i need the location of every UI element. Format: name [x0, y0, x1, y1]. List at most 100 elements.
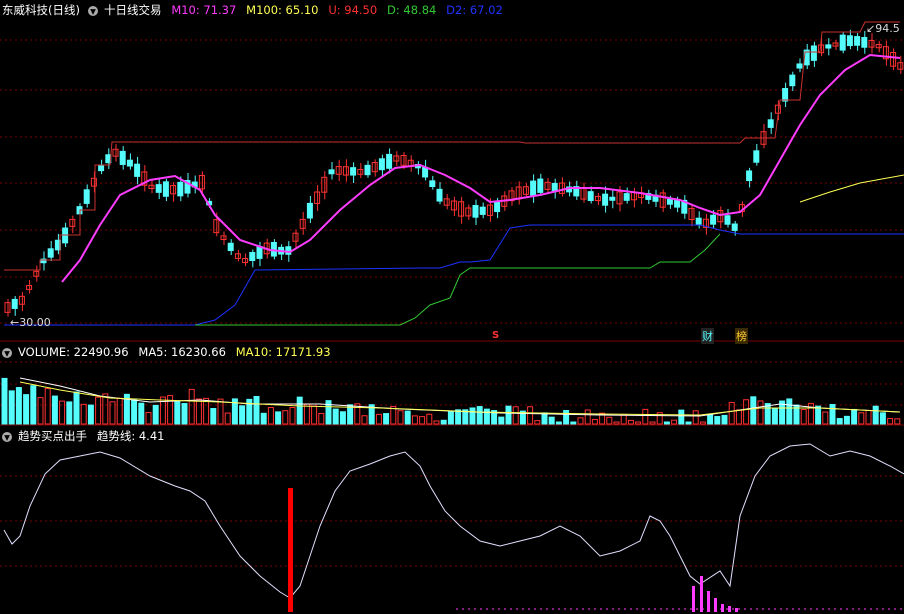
- volume-bar: [66, 401, 73, 425]
- volume-bar: [548, 416, 555, 425]
- signal-histogram-bar: [692, 586, 695, 612]
- indicator-pane[interactable]: ▾ 趋势买点出手 趋势线: 4.41: [0, 426, 904, 614]
- volume-bar: [563, 410, 570, 425]
- candle-body: [386, 153, 393, 169]
- candle-body: [587, 191, 594, 201]
- volume-bar: [620, 413, 627, 425]
- volume-bar: [95, 396, 102, 425]
- volume-bar: [685, 421, 692, 425]
- blue-step-line: [4, 224, 904, 326]
- candle-body: [378, 158, 385, 171]
- volume-bar: [51, 395, 58, 425]
- candle-body: [810, 45, 817, 61]
- signal-histogram-bar: [707, 591, 710, 612]
- volume-bar: [447, 410, 454, 425]
- indicator-toggle-icon[interactable]: ▾: [2, 431, 12, 442]
- volume-bar: [289, 406, 296, 425]
- volume-bar: [102, 393, 109, 425]
- candle-body: [119, 150, 126, 165]
- volume-bar: [203, 397, 210, 425]
- volume-bar: [512, 406, 519, 425]
- volume-bar: [411, 415, 418, 425]
- volume-bar: [635, 421, 642, 425]
- candle-body: [731, 223, 738, 231]
- volume-bar: [116, 397, 123, 425]
- candle-body: [494, 201, 501, 213]
- volume-bar: [311, 405, 318, 425]
- volume-bar: [8, 390, 15, 425]
- volume-bar: [750, 396, 757, 425]
- volume-bar: [764, 403, 771, 425]
- volume-bar: [253, 395, 260, 425]
- volume-bar: [728, 401, 735, 425]
- candle-body: [782, 88, 789, 102]
- trend-line: [3, 443, 904, 599]
- candle-body: [98, 164, 105, 172]
- volume-bar: [404, 410, 411, 425]
- volume-bar: [815, 405, 822, 425]
- volume-bar: [397, 410, 404, 425]
- volume-bar: [534, 420, 541, 425]
- volume-pane[interactable]: ▾ VOLUME: 22490.96 MA5: 16230.66 MA10: 17…: [0, 342, 904, 426]
- candle-body: [177, 181, 184, 197]
- indicator-chart[interactable]: [0, 426, 904, 614]
- volume-toggle-icon[interactable]: ▾: [2, 347, 12, 358]
- volume-bar: [721, 414, 728, 425]
- candle-body: [47, 248, 54, 258]
- volume-bar: [498, 416, 505, 425]
- volume-bar: [887, 417, 894, 425]
- volume-bar: [843, 415, 850, 425]
- d-value: D: 48.84: [387, 3, 437, 17]
- price-header: 东威科技(日线) ▾ 十日线交易 M10: 71.37 M100: 65.10 U:…: [0, 0, 509, 20]
- settings-toggle-icon[interactable]: ▾: [87, 5, 98, 16]
- volume-bar: [188, 388, 195, 425]
- price-chart[interactable]: [0, 0, 904, 342]
- volume-bar: [455, 409, 462, 425]
- candle-body: [861, 36, 868, 48]
- volume-bar: [836, 418, 843, 425]
- volume-bar: [217, 398, 224, 425]
- signal-marker-s[interactable]: S: [492, 330, 499, 341]
- volume-bar: [613, 421, 620, 425]
- volume-bar: [642, 408, 649, 425]
- volume-bar: [361, 415, 368, 425]
- volume-bar: [786, 398, 793, 425]
- signal-histogram-bar: [735, 608, 738, 612]
- trend-value: 趋势线: 4.41: [96, 429, 165, 443]
- volume-bar: [433, 420, 440, 425]
- indicator-header: ▾ 趋势买点出手 趋势线: 4.41: [0, 426, 170, 446]
- volume-header: ▾ VOLUME: 22490.96 MA5: 16230.66 MA10: 17…: [0, 342, 337, 362]
- volume-bar: [383, 413, 390, 425]
- candle-body: [825, 44, 832, 49]
- volume-bar: [476, 406, 483, 425]
- volume-bar: [483, 408, 490, 425]
- candle-body: [609, 196, 616, 201]
- volume-bar: [851, 408, 858, 425]
- volume-bar: [303, 403, 310, 425]
- signal-histogram-bar: [728, 606, 731, 612]
- volume-bar: [152, 404, 159, 425]
- candle-body: [796, 63, 803, 69]
- low-price-label: ←30.00: [10, 316, 51, 329]
- volume-bar: [275, 411, 282, 425]
- d2-value: D2: 67.02: [446, 3, 503, 17]
- volume-bar: [584, 409, 591, 425]
- candle-body: [249, 252, 256, 261]
- volume-bar: [872, 405, 879, 425]
- candle-body: [256, 246, 263, 259]
- candle-body: [162, 181, 169, 197]
- volume-bar: [627, 419, 634, 425]
- volume-bar: [757, 400, 764, 425]
- candle-body: [530, 180, 537, 196]
- volume-bar: [37, 397, 44, 425]
- volume-bar: [505, 405, 512, 425]
- volume-bar: [663, 421, 670, 425]
- volume-bar: [23, 394, 30, 425]
- volume-bar: [527, 406, 534, 425]
- candle-body: [479, 206, 486, 215]
- m10-value: M10: 71.37: [171, 3, 237, 17]
- price-pane[interactable]: 东威科技(日线) ▾ 十日线交易 M10: 71.37 M100: 65.10 U:…: [0, 0, 904, 344]
- candle-body: [429, 180, 436, 188]
- volume-bar: [339, 411, 346, 425]
- volume-bar: [541, 412, 548, 425]
